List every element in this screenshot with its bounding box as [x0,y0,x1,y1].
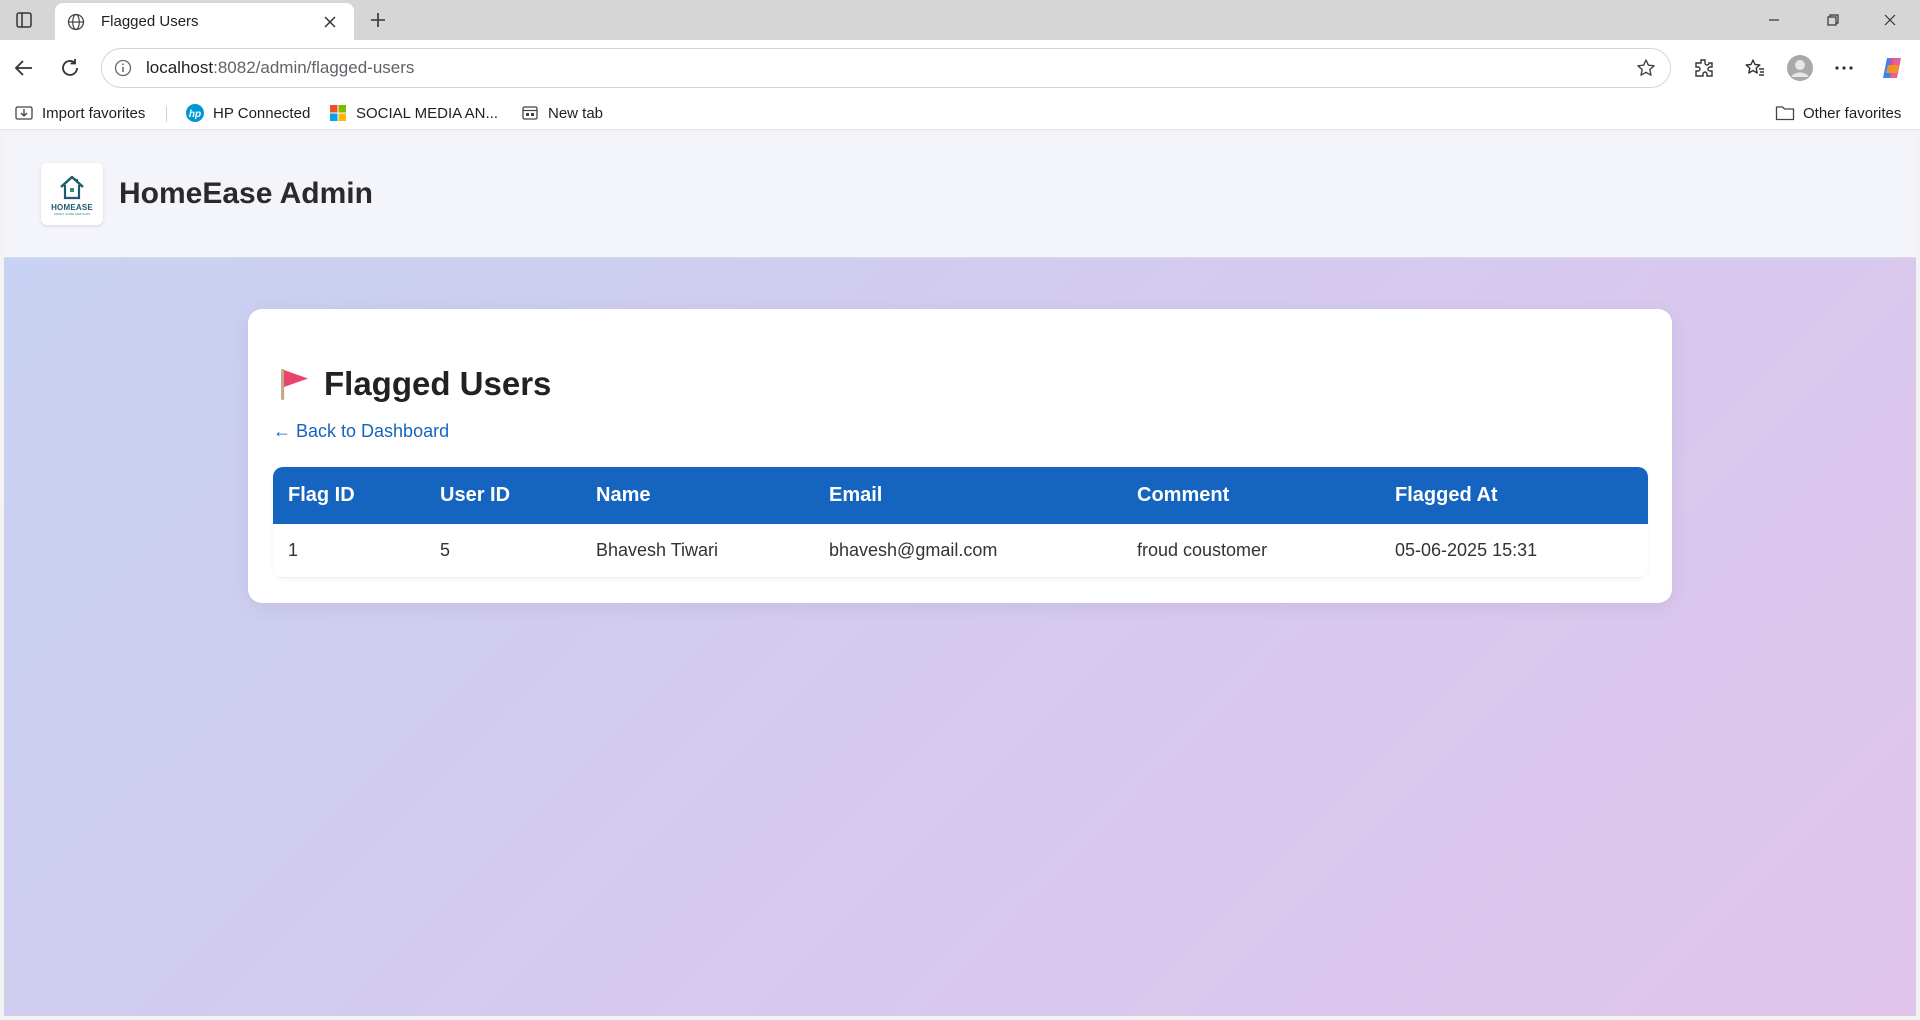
bookmark-new-tab[interactable]: New tab [520,101,603,125]
browser-titlebar: Flagged Users [0,0,1920,40]
new-tab-icon[interactable] [364,8,392,32]
hp-icon: hp [185,103,205,123]
site-title: HomeEase Admin [119,177,373,210]
copilot-icon[interactable] [1876,52,1908,84]
browser-tab-active[interactable]: Flagged Users [55,3,354,40]
table-header-row: Flag ID User ID Name Email Comment Flagg… [273,467,1648,524]
table-row: 1 5 Bhavesh Tiwari bhavesh@gmail.com fro… [273,524,1648,577]
column-header-comment[interactable]: Comment [1122,467,1380,524]
bookmark-separator [166,106,167,122]
bookmark-label: Other favorites [1803,104,1902,122]
favorites-icon[interactable] [1739,52,1771,84]
extensions-icon[interactable] [1688,52,1720,84]
site-info-icon[interactable] [114,59,132,77]
bookmarks-bar: Import favorites hp HP Connected SOCIAL … [0,96,1920,130]
column-header-flag-id[interactable]: Flag ID [273,467,425,524]
tab-title: Flagged Users [101,13,199,30]
logo-wordmark: HOMEASE [51,202,93,212]
tab-actions-icon[interactable] [10,8,38,32]
bookmark-import-favorites[interactable]: Import favorites [14,101,145,125]
homeease-logo[interactable]: HOMEASE SMART HOME SERVICES [41,163,103,225]
url-text: localhost:8082/admin/flagged-users [146,58,414,78]
house-logo-icon [60,175,84,199]
page-title-row: Flagged Users [278,365,551,403]
back-to-dashboard-link[interactable]: ← Back to Dashboard [273,421,449,442]
site-header: HOMEASE SMART HOME SERVICES HomeEase Adm… [4,131,1916,258]
column-header-email[interactable]: Email [814,467,1122,524]
svg-text:hp: hp [189,109,201,120]
page-title: Flagged Users [324,365,552,402]
logo-tagline: SMART HOME SERVICES [53,211,91,216]
globe-icon [67,13,85,31]
column-header-name[interactable]: Name [581,467,814,524]
folder-icon [1775,103,1795,123]
bookmark-other-favorites[interactable]: Other favorites [1775,101,1901,125]
bookmark-social-media[interactable]: SOCIAL MEDIA AN... [328,101,498,125]
address-bar[interactable]: localhost:8082/admin/flagged-users [101,48,1671,88]
cell-name: Bhavesh Tiwari [596,539,719,560]
bookmark-label: Import favorites [42,104,146,122]
close-tab-icon[interactable] [318,10,342,34]
refresh-icon[interactable] [54,52,86,84]
more-menu-icon[interactable] [1828,52,1860,84]
restore-icon[interactable] [1805,0,1861,40]
browser-toolbar: localhost:8082/admin/flagged-users [0,40,1920,96]
page-viewport: HOMEASE SMART HOME SERVICES HomeEase Adm… [4,131,1916,1016]
red-flag-icon [278,366,310,402]
cell-email: bhavesh@gmail.com [829,539,998,560]
url-path: :8082/admin/flagged-users [213,58,415,77]
cell-flag-id: 1 [288,539,299,560]
column-header-user-id[interactable]: User ID [425,467,581,524]
back-arrow-icon[interactable] [8,52,40,84]
close-window-icon[interactable] [1862,0,1918,40]
url-host: localhost [146,58,214,77]
newtab-icon [520,103,540,123]
bookmark-label: HP Connected [213,104,311,122]
profile-avatar-icon[interactable] [1784,52,1816,84]
favorite-star-icon[interactable] [1634,56,1658,80]
flagged-users-card: Flagged Users ← Back to Dashboard Flag I… [248,309,1672,603]
bookmark-label: New tab [548,104,604,122]
flagged-users-table-wrapper: Flag ID User ID Name Email Comment Flagg… [273,467,1648,578]
column-header-flagged-at[interactable]: Flagged At [1380,467,1648,524]
flagged-users-table: Flag ID User ID Name Email Comment Flagg… [273,467,1648,578]
microsoft-icon [328,103,348,123]
cell-user-id: 5 [440,539,451,560]
cell-flagged-at: 05-06-2025 15:31 [1395,539,1538,560]
cell-comment: froud coustomer [1137,539,1268,560]
bookmark-label: SOCIAL MEDIA AN... [356,104,498,122]
import-icon [14,103,34,123]
bookmark-hp-connected[interactable]: hp HP Connected [185,101,310,125]
minimize-icon[interactable] [1746,0,1802,40]
